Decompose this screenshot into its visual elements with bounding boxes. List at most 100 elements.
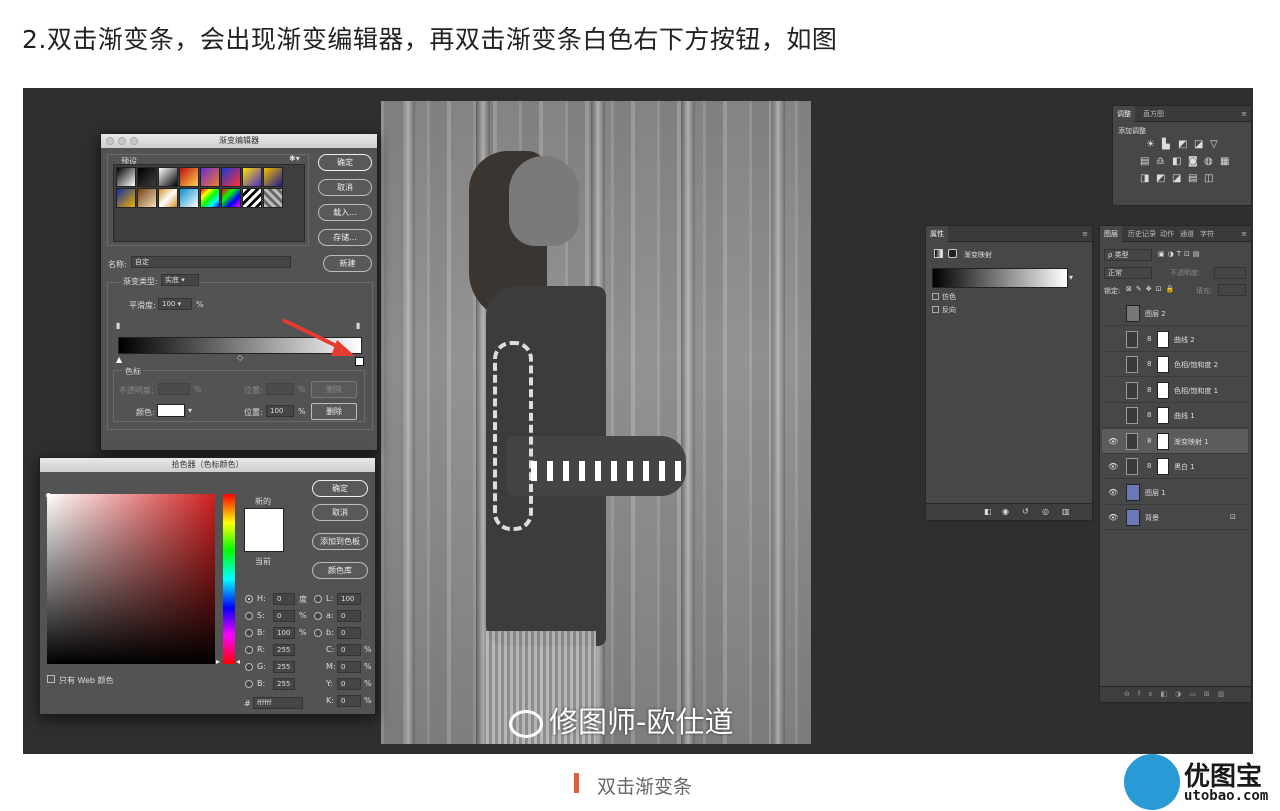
add-swatch-button[interactable]: 添加到色板 — [312, 533, 368, 550]
location-field-disabled[interactable] — [266, 383, 294, 395]
link-icon[interactable]: 8 — [1147, 462, 1151, 470]
layer-mask-thumbnail[interactable] — [1157, 432, 1169, 450]
fill-field[interactable] — [1218, 284, 1246, 296]
load-button[interactable]: 载入... — [318, 204, 372, 221]
tab-channels[interactable]: 通道 — [1180, 226, 1194, 242]
layer-mask-thumbnail[interactable] — [1157, 330, 1169, 348]
opacity-field[interactable] — [1214, 267, 1246, 279]
cancel-button[interactable]: 取消 — [318, 179, 372, 196]
zoom-icon[interactable] — [130, 137, 138, 145]
name-field[interactable]: 自定 — [131, 256, 291, 268]
gradient-preset-swatch[interactable] — [200, 167, 220, 187]
tab-properties[interactable]: 属性 — [926, 226, 948, 242]
layer-row[interactable]: 8 色相/饱和度 2 — [1102, 352, 1248, 377]
channel-field[interactable]: 255 — [273, 678, 295, 690]
gradient-preset-swatch[interactable] — [137, 167, 157, 187]
invert-icon[interactable]: ◨ — [1140, 173, 1149, 184]
layer-row[interactable]: 8 曲线 1 — [1102, 403, 1248, 428]
panel-menu-icon[interactable]: ≡ — [1241, 106, 1247, 122]
threshold-icon[interactable]: ◪ — [1172, 173, 1181, 184]
channel-field[interactable]: 100 — [273, 627, 295, 639]
chevron-down-icon[interactable]: ▾ — [1069, 273, 1073, 282]
type-select[interactable]: 实底 ▾ — [161, 274, 199, 286]
bw-icon[interactable]: ◧ — [1172, 156, 1181, 167]
hex-field[interactable]: ffffff — [253, 697, 303, 709]
gradient-preset-swatch[interactable] — [242, 167, 262, 187]
web-only-checkbox[interactable] — [47, 675, 55, 683]
gradient-preset-swatch[interactable] — [242, 188, 262, 208]
view-previous-icon[interactable]: ◉ — [1002, 507, 1009, 516]
channel-field[interactable]: 0 — [337, 678, 361, 690]
levels-icon[interactable]: ▙ — [1162, 139, 1170, 150]
filter-icons[interactable]: ▣◑T⊡▤ — [1158, 250, 1202, 258]
balance-icon[interactable]: ♎ — [1156, 156, 1165, 167]
gear-icon[interactable]: ✱▾ — [289, 154, 300, 163]
tab-layers[interactable]: 图层 — [1100, 226, 1122, 242]
channel-field[interactable]: 100 — [337, 593, 361, 605]
layer-row[interactable]: 8 曲线 2 — [1102, 327, 1248, 352]
delete-button[interactable]: 删除 — [311, 403, 357, 420]
channel-field[interactable]: 0 — [273, 610, 295, 622]
channel-field[interactable]: 255 — [273, 661, 295, 673]
visibility-eye-icon[interactable]: 👁 — [1108, 513, 1118, 522]
lock-icons[interactable]: ⊠✎✥⊡🔒 — [1126, 285, 1178, 293]
tab-actions[interactable]: 动作 — [1160, 226, 1174, 242]
photo-filter-icon[interactable]: ◙ — [1188, 156, 1198, 167]
channel-field[interactable]: 0 — [337, 627, 361, 639]
layer-row[interactable]: 👁 8 黑白 1 — [1102, 454, 1248, 479]
opacity-stop-left[interactable]: ▮ — [116, 321, 120, 330]
layer-actions-icons[interactable]: ⊖fx◧◑▭⊞▥ — [1124, 690, 1232, 698]
selective-color-icon[interactable]: ◫ — [1204, 173, 1213, 184]
save-button[interactable]: 存储... — [318, 229, 372, 246]
new-button[interactable]: 新建 — [323, 255, 372, 272]
gradient-preset-swatch[interactable] — [158, 188, 178, 208]
stop-color-swatch[interactable] — [157, 404, 185, 417]
hue-slider[interactable] — [223, 494, 235, 664]
minimize-icon[interactable] — [118, 137, 126, 145]
curves-icon[interactable]: ◩ — [1178, 139, 1187, 150]
layer-row[interactable]: 8 色相/饱和度 1 — [1102, 378, 1248, 403]
picker-cursor[interactable] — [46, 493, 51, 498]
color-libraries-button[interactable]: 颜色库 — [312, 562, 368, 579]
channel-radio[interactable] — [314, 629, 322, 637]
tab-history[interactable]: 历史记录 — [1128, 226, 1156, 242]
chevron-down-icon[interactable]: ▾ — [188, 406, 192, 415]
channel-radio[interactable] — [245, 680, 253, 688]
reset-icon[interactable]: ↺ — [1022, 507, 1029, 516]
gradient-map-icon[interactable]: ▤ — [1188, 173, 1197, 184]
mask-icon[interactable] — [948, 249, 957, 258]
lookup-icon[interactable]: ▦ — [1220, 156, 1229, 167]
layer-row[interactable]: 图层 2 — [1102, 301, 1248, 326]
exposure-icon[interactable]: ◪ — [1194, 139, 1203, 150]
gradient-preset-swatch[interactable] — [221, 167, 241, 187]
brightness-icon[interactable]: ☀ — [1146, 139, 1155, 150]
gradient-preset-swatch[interactable] — [179, 188, 199, 208]
visibility-eye-icon[interactable]: 👁 — [1108, 488, 1118, 497]
channel-radio[interactable] — [314, 595, 322, 603]
channel-radio[interactable] — [245, 595, 253, 603]
link-icon[interactable]: 8 — [1147, 411, 1151, 419]
gradient-preset-swatch[interactable] — [263, 188, 283, 208]
layer-mask-thumbnail[interactable] — [1157, 458, 1169, 475]
gradient-map-bar[interactable] — [932, 268, 1068, 288]
gradient-preset-swatch[interactable] — [179, 167, 199, 187]
vibrance-icon[interactable]: ▽ — [1210, 139, 1218, 150]
hue-arrow-right[interactable]: ◂ — [236, 657, 240, 666]
hue-arrow-left[interactable]: ▸ — [216, 657, 220, 666]
channel-field[interactable]: 255 — [273, 644, 295, 656]
location-field[interactable]: 100 — [266, 405, 294, 417]
gradient-preset-swatch[interactable] — [116, 167, 136, 187]
layer-row[interactable]: 👁 背景 ⊡ — [1102, 505, 1248, 530]
panel-menu-icon[interactable]: ≡ — [1082, 226, 1088, 242]
lock-icon[interactable]: ⊡ — [1230, 513, 1236, 521]
visibility-icon[interactable]: ◎ — [1042, 507, 1049, 516]
layer-mask-thumbnail[interactable] — [1157, 381, 1169, 399]
channel-field[interactable]: 0 — [337, 644, 361, 656]
gradient-preset-swatch[interactable] — [221, 188, 241, 208]
layer-filter-select[interactable]: ρ 类型 — [1104, 249, 1152, 261]
reverse-checkbox[interactable] — [932, 306, 939, 313]
ok-button[interactable]: 确定 — [312, 480, 368, 497]
clip-icon[interactable]: ◧ — [984, 507, 992, 516]
posterize-icon[interactable]: ◩ — [1156, 173, 1165, 184]
channel-field[interactable]: 0 — [337, 661, 361, 673]
